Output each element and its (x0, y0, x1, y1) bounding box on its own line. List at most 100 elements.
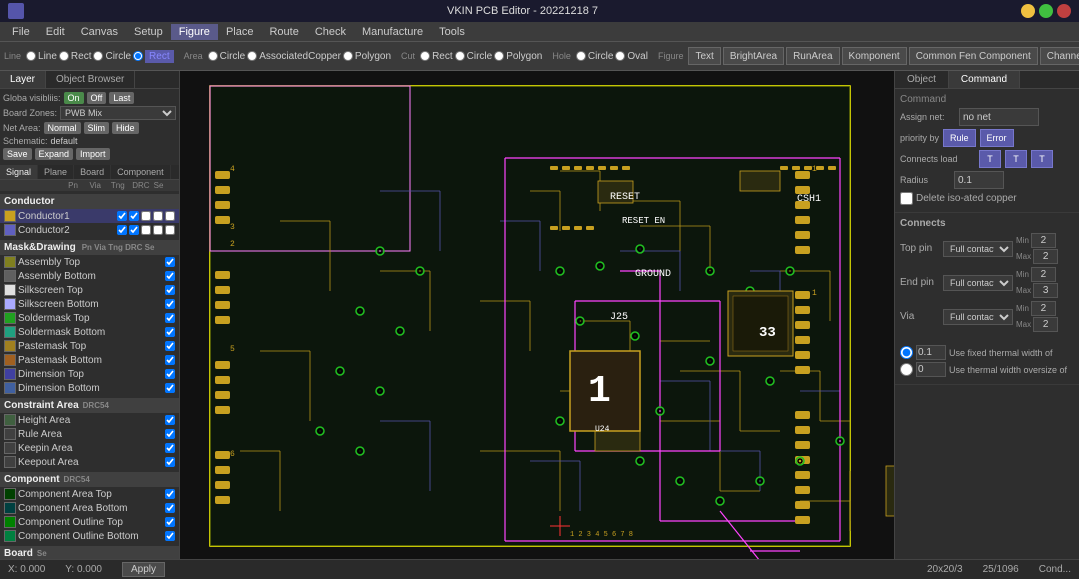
thermal-oversize-value[interactable] (916, 362, 946, 377)
layer-row-component-outline-bottom[interactable]: Component Outline Bottom (0, 529, 179, 543)
mask-drawing-group-header[interactable]: Mask&Drawing Pn Via Tng DRC Se (0, 240, 179, 255)
tool-channel[interactable]: Channel (1040, 47, 1079, 65)
tool-radio-line[interactable]: Line (26, 51, 57, 62)
tool-runarea[interactable]: RunArea (786, 47, 839, 65)
menu-file[interactable]: File (4, 24, 38, 40)
tool-cut-circle[interactable]: Circle (455, 51, 493, 62)
component-area-top-check[interactable] (165, 489, 175, 499)
soldermask-bottom-check[interactable] (165, 327, 175, 337)
layer-row-dimension-top[interactable]: Dimension Top (0, 367, 179, 381)
tool-text[interactable]: Text (688, 47, 720, 65)
assign-net-input[interactable] (959, 108, 1039, 126)
conductor2-check[interactable] (117, 225, 127, 235)
layer-row-keepin-area[interactable]: Keepin Area (0, 441, 179, 455)
rule-btn[interactable]: Rule (943, 129, 976, 147)
silkscreen-top-check[interactable] (165, 285, 175, 295)
conductor2-tng[interactable] (141, 225, 151, 235)
minimize-button[interactable] (1021, 4, 1035, 18)
pastemask-top-check[interactable] (165, 341, 175, 351)
tab-command[interactable]: Command (949, 71, 1020, 88)
menu-edit[interactable]: Edit (38, 24, 73, 40)
menu-manufacture[interactable]: Manufacture (354, 24, 431, 40)
connects-t1-btn[interactable]: T (979, 150, 1001, 168)
layer-row-soldermask-bottom[interactable]: Soldermask Bottom (0, 325, 179, 339)
menu-canvas[interactable]: Canvas (73, 24, 126, 40)
tool-radio-rect-active[interactable]: Rect (133, 50, 174, 63)
tool-radio-rect[interactable]: Rect (59, 51, 92, 62)
component-group-header[interactable]: Component DRC54 (0, 472, 179, 487)
tool-radio-circle[interactable]: Circle (93, 51, 131, 62)
via-min-input[interactable] (1031, 301, 1056, 316)
layer-row-conductor2[interactable]: Conductor2 (0, 223, 179, 237)
board-group-header[interactable]: Board Se (0, 546, 179, 559)
conductor-group-header[interactable]: Conductor (0, 194, 179, 209)
menu-tools[interactable]: Tools (431, 24, 473, 40)
menu-route[interactable]: Route (261, 24, 306, 40)
canvas-area[interactable]: RESET RESET EN GROUND J25 33 1 U24 LOL 3… (180, 71, 894, 559)
tab-object-browser[interactable]: Object Browser (46, 71, 135, 88)
thermal-oversize-radio[interactable] (900, 363, 913, 376)
connects-t3-btn[interactable]: T (1031, 150, 1053, 168)
tool-common-fen[interactable]: Common Fen Component (909, 47, 1038, 65)
maximize-button[interactable] (1039, 4, 1053, 18)
visibility-on-btn[interactable]: On (64, 92, 84, 104)
visibility-off-btn[interactable]: Off (87, 92, 107, 104)
tab-signal[interactable]: Signal (0, 165, 38, 179)
end-pin-max-input[interactable] (1033, 283, 1058, 298)
top-pin-min-input[interactable] (1031, 233, 1056, 248)
via-max-input[interactable] (1033, 317, 1058, 332)
height-area-check[interactable] (165, 415, 175, 425)
component-outline-bottom-check[interactable] (165, 531, 175, 541)
tab-layer[interactable]: Layer (0, 71, 46, 88)
tool-hole-circle[interactable]: Circle (576, 51, 614, 62)
layer-row-silkscreen-top[interactable]: Silkscreen Top (0, 283, 179, 297)
dimension-top-check[interactable] (165, 369, 175, 379)
constraint-area-group-header[interactable]: Constraint Area DRC54 (0, 398, 179, 413)
thermal-fixed-value[interactable] (916, 345, 946, 360)
assembly-bottom-check[interactable] (165, 271, 175, 281)
layer-row-pastemask-top[interactable]: Pastemask Top (0, 339, 179, 353)
layer-row-dimension-bottom[interactable]: Dimension Bottom (0, 381, 179, 395)
via-type-select[interactable]: Full contact (943, 309, 1013, 325)
menu-place[interactable]: Place (218, 24, 262, 40)
tool-cut-polygon[interactable]: Polygon (494, 51, 542, 62)
menu-check[interactable]: Check (307, 24, 354, 40)
tab-board[interactable]: Board (74, 165, 111, 179)
conductor2-via[interactable] (129, 225, 139, 235)
tool-radio-assoccopper[interactable]: AssociatedCopper (247, 51, 341, 62)
tool-radio-polygon[interactable]: Polygon (343, 51, 391, 62)
component-outline-top-check[interactable] (165, 517, 175, 527)
net-area-hide-btn[interactable]: Hide (112, 122, 139, 134)
layer-row-component-area-top[interactable]: Component Area Top (0, 487, 179, 501)
layer-row-conductor1[interactable]: Conductor1 (0, 209, 179, 223)
tab-component[interactable]: Component (111, 165, 171, 179)
tool-brightarea[interactable]: BrightArea (723, 47, 784, 65)
assembly-top-check[interactable] (165, 257, 175, 267)
conductor1-via[interactable] (129, 211, 139, 221)
save-btn[interactable]: Save (3, 148, 32, 160)
component-area-bottom-check[interactable] (165, 503, 175, 513)
menu-figure[interactable]: Figure (171, 24, 218, 40)
connects-t2-btn[interactable]: T (1005, 150, 1027, 168)
menu-setup[interactable]: Setup (126, 24, 171, 40)
layer-row-assembly-bottom[interactable]: Assembly Bottom (0, 269, 179, 283)
apply-button[interactable]: Apply (122, 562, 165, 577)
top-pin-type-select[interactable]: Full contact (943, 241, 1013, 257)
layer-row-soldermask-top[interactable]: Soldermask Top (0, 311, 179, 325)
visibility-last-btn[interactable]: Last (109, 92, 134, 104)
rule-area-check[interactable] (165, 429, 175, 439)
tool-hole-oval[interactable]: Oval (615, 51, 648, 62)
layer-row-rule-area[interactable]: Rule Area (0, 427, 179, 441)
keepout-area-check[interactable] (165, 457, 175, 467)
layer-row-height-area[interactable]: Height Area (0, 413, 179, 427)
tab-plane[interactable]: Plane (38, 165, 74, 179)
conductor2-se[interactable] (165, 225, 175, 235)
radius-input[interactable] (954, 171, 1004, 189)
silkscreen-bottom-check[interactable] (165, 299, 175, 309)
layer-row-pastemask-bottom[interactable]: Pastemask Bottom (0, 353, 179, 367)
end-pin-min-input[interactable] (1031, 267, 1056, 282)
error-btn[interactable]: Error (980, 129, 1014, 147)
layer-row-component-outline-top[interactable]: Component Outline Top (0, 515, 179, 529)
conductor1-check[interactable] (117, 211, 127, 221)
import-btn[interactable]: Import (76, 148, 110, 160)
